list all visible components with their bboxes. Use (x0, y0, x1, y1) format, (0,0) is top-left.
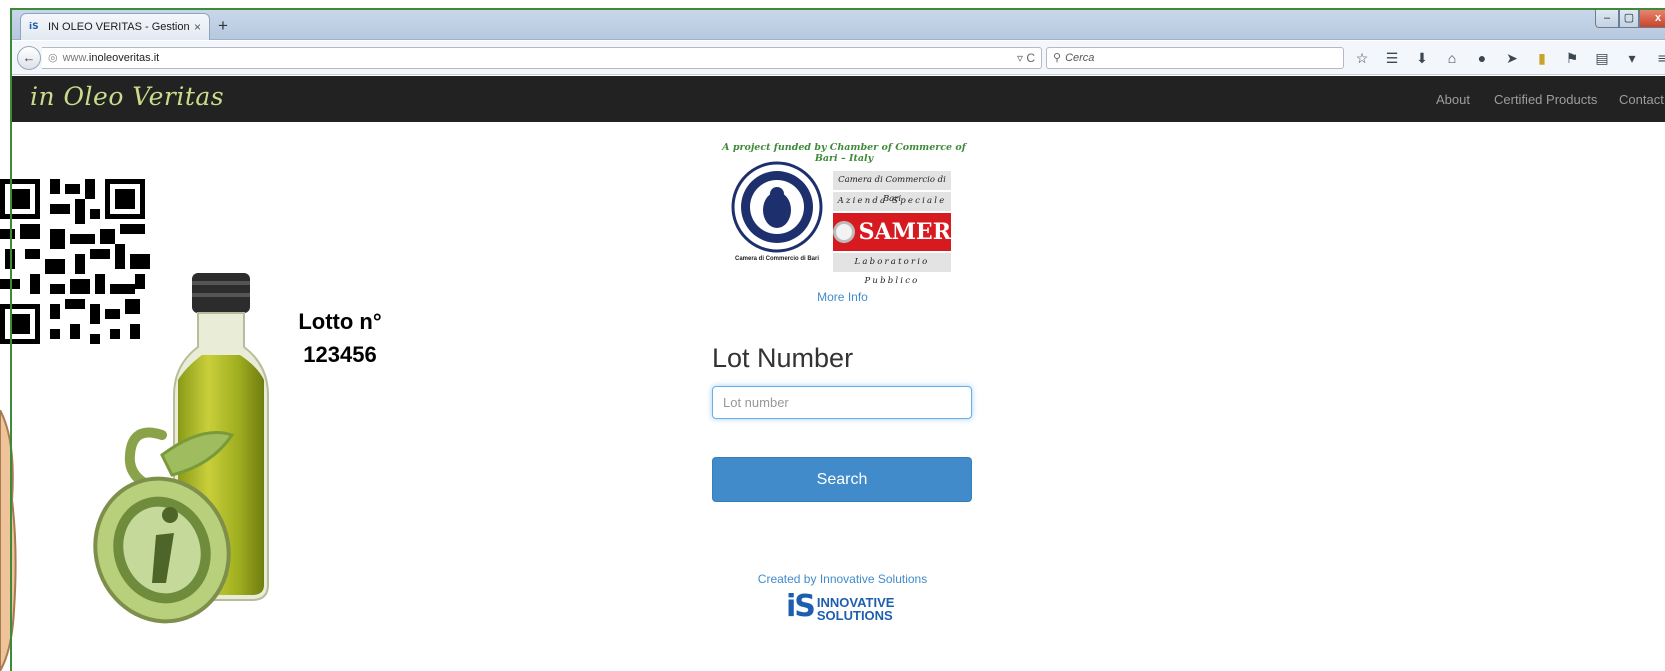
download-icon[interactable]: ⬇ (1412, 48, 1432, 68)
is-logo-mark: iS (786, 589, 816, 624)
browser-nav-bar: ← ◎ www.inoleoveritas.it ▿ C ⚲ Cerca ☆ ☰ ⬇… (12, 41, 1665, 75)
dropdown-icon[interactable]: ▾ (1622, 48, 1642, 68)
samer-logo: SAMER (833, 213, 951, 251)
browser-search-box[interactable]: ⚲ Cerca (1046, 47, 1344, 69)
lot-number-heading: Lot Number (712, 343, 854, 373)
is-logo-line2: Solutions (816, 608, 893, 623)
maximize-button[interactable]: ▢ (1619, 10, 1639, 28)
samer-gear-icon (833, 221, 855, 243)
site-header: in Oleo Veritas About Certified Products… (12, 76, 1665, 122)
search-icon: ⚲ (1053, 52, 1062, 64)
favicon-icon: iS (29, 22, 39, 32)
nav-about[interactable]: About (1436, 92, 1470, 107)
send-icon[interactable]: ➤ (1502, 48, 1522, 68)
frame-border-top (10, 8, 1665, 10)
globe-icon: ◎ (48, 52, 58, 64)
nav-certified-products[interactable]: Certified Products (1494, 92, 1597, 107)
qr-code-icon (0, 179, 155, 349)
home-icon[interactable]: ⌂ (1442, 48, 1462, 68)
close-window-button[interactable]: x (1639, 10, 1665, 28)
frame-border-left (10, 8, 12, 671)
browser-toolbar-icons: ☆ ☰ ⬇ ⌂ ● ➤ ▮ ⚑ ▤ ▾ ≡ (1352, 48, 1665, 68)
star-icon[interactable]: ☆ (1352, 48, 1372, 68)
minimize-button[interactable]: – (1595, 10, 1619, 28)
screenshot-root: iS IN OLEO VERITAS - Gestion... × + – ▢ … (0, 0, 1665, 671)
samer-text: SAMER (858, 219, 951, 245)
samer-logo-block: Camera di Commercio di Bari Azienda Spec… (833, 171, 951, 286)
chamber-seal-icon (731, 161, 823, 253)
created-by-link[interactable]: Created by Innovative Solutions (740, 572, 945, 586)
search-placeholder: Cerca (1065, 52, 1095, 64)
camera-line: Camera di Commercio di Bari (833, 171, 951, 204)
addon-icon[interactable]: ⚑ (1562, 48, 1582, 68)
lotto-line1: Lotto n° (298, 309, 382, 334)
nav-contact[interactable]: Contact (1619, 92, 1664, 107)
site-brand[interactable]: in Oleo Veritas (30, 82, 224, 111)
chat-icon[interactable]: ● (1472, 48, 1492, 68)
finger-image (0, 410, 17, 671)
browser-tab[interactable]: iS IN OLEO VERITAS - Gestion... × (20, 13, 210, 40)
search-button[interactable]: Search (712, 457, 972, 502)
menu-icon[interactable]: ≡ (1652, 48, 1665, 68)
qr-code-image (0, 178, 155, 350)
lot-number-input[interactable]: Lot number (712, 386, 972, 419)
info-olive-icon (93, 427, 235, 624)
more-info-link[interactable]: More Info (790, 290, 895, 304)
is-logo-words: Innovative Solutions (817, 596, 895, 622)
azienda-line: Azienda Speciale (833, 192, 951, 211)
innovative-solutions-logo[interactable]: iS Innovative Solutions (786, 589, 895, 624)
lotto-label: Lotto n° 123456 (290, 305, 390, 371)
bookmark-icon[interactable]: ▮ (1532, 48, 1552, 68)
seal-caption: Camera di Commercio di Bari (734, 256, 820, 262)
url-domain: inoleoveritas.it (88, 52, 160, 64)
clipboard-icon[interactable]: ▤ (1592, 48, 1612, 68)
new-tab-button[interactable]: + (212, 15, 234, 37)
browser-tab-strip: iS IN OLEO VERITAS - Gestion... × + – ▢ … (12, 10, 1665, 40)
address-bar[interactable]: ◎ www.inoleoveritas.it ▿ C (42, 47, 1042, 69)
reload-icon[interactable]: ▿ C (1017, 48, 1035, 68)
back-button[interactable]: ← (17, 46, 41, 70)
tab-close-icon[interactable]: × (194, 20, 201, 34)
reading-list-icon[interactable]: ☰ (1382, 48, 1402, 68)
tab-title: IN OLEO VERITAS - Gestion... (48, 21, 190, 33)
url-prefix: www. (62, 52, 89, 64)
lab-line: Laboratorio Pubblico (833, 253, 951, 286)
lotto-line2: 123456 (303, 342, 377, 367)
